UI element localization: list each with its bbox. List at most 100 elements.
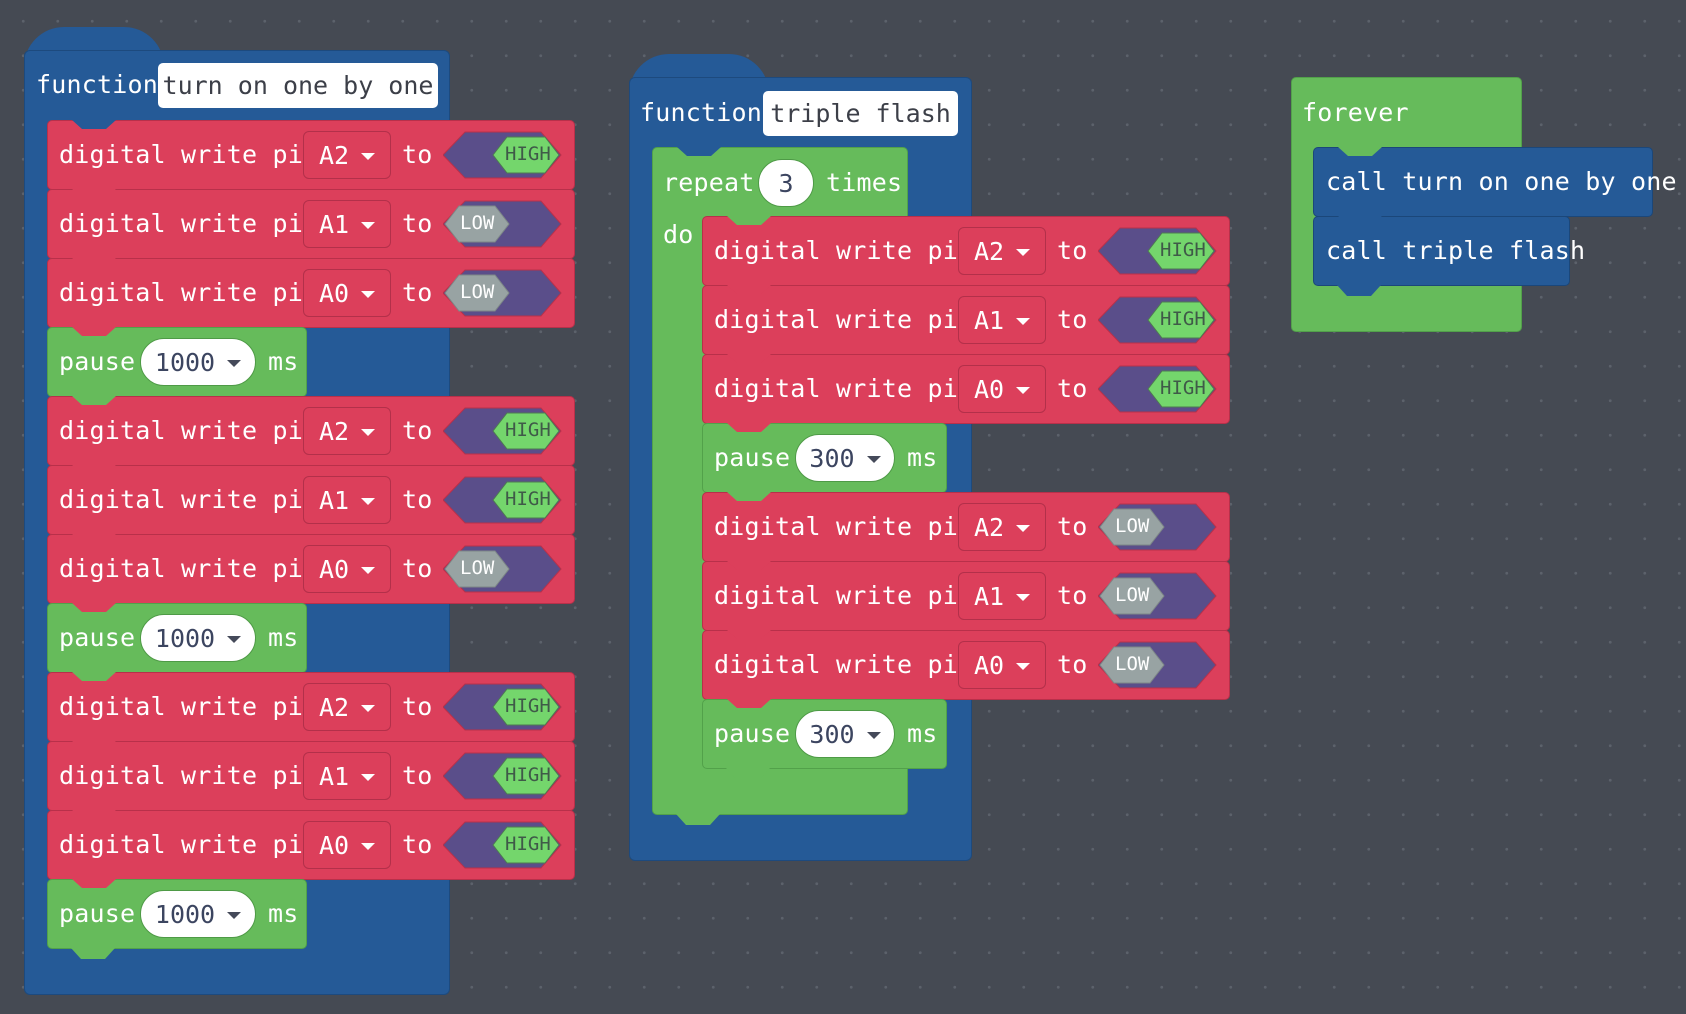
toggle-high[interactable]: HIGH — [1098, 365, 1218, 413]
to-label: to — [1057, 650, 1088, 679]
to-label: to — [1057, 305, 1088, 334]
pin-dropdown[interactable]: A1 — [303, 476, 391, 524]
digital-write-block[interactable]: digital write pin A1 to LOW — [47, 189, 575, 259]
pin-dropdown[interactable]: A1 — [303, 752, 391, 800]
digital-write-block[interactable]: digital write pin A2 to HIGH — [47, 672, 575, 742]
toggle-high[interactable]: HIGH — [443, 683, 563, 731]
toggle-value: LOW — [1115, 515, 1150, 537]
digital-write-label: digital write pin — [59, 554, 319, 583]
digital-write-label: digital write pin — [714, 650, 974, 679]
digital-write-label: digital write pin — [714, 236, 974, 265]
digital-write-label: digital write pin — [59, 485, 319, 514]
toggle-value: HIGH — [1160, 308, 1206, 330]
notch-icon — [72, 741, 116, 750]
notch-icon — [72, 879, 116, 888]
pin-dropdown[interactable]: A1 — [958, 572, 1046, 620]
digital-write-block[interactable]: digital write pin A2 to HIGH — [47, 120, 575, 190]
notch-icon — [72, 603, 116, 612]
pin-dropdown[interactable]: A2 — [303, 683, 391, 731]
digital-write-block[interactable]: digital write pin A0 to HIGH — [702, 354, 1230, 424]
pin-dropdown[interactable]: A0 — [303, 821, 391, 869]
toggle-high[interactable]: HIGH — [1098, 227, 1218, 275]
notch-icon — [727, 630, 771, 639]
notch-icon — [72, 258, 116, 267]
toggle-low[interactable]: LOW — [1098, 503, 1218, 551]
digital-write-block[interactable]: digital write pin A1 to HIGH — [47, 741, 575, 811]
digital-write-block[interactable]: digital write pin A0 to LOW — [47, 534, 575, 604]
toggle-high[interactable]: HIGH — [443, 752, 563, 800]
pause-value: 300 — [809, 719, 855, 749]
to-label: to — [402, 485, 433, 514]
pin-dropdown[interactable]: A2 — [958, 503, 1046, 551]
pause-block[interactable]: pause 1000 ms — [47, 879, 307, 949]
digital-write-block[interactable]: digital write pin A0 to LOW — [47, 258, 575, 328]
toggle-high[interactable]: HIGH — [443, 407, 563, 455]
chevron-down-icon — [227, 359, 242, 367]
pause-block[interactable]: pause 300 ms — [702, 699, 947, 769]
pause-value: 1000 — [154, 899, 216, 929]
toggle-low[interactable]: LOW — [443, 200, 563, 248]
toggle-high[interactable]: HIGH — [443, 821, 563, 869]
pause-duration-dropdown[interactable]: 300 — [795, 434, 895, 482]
pause-block[interactable]: pause 300 ms — [702, 423, 947, 493]
pause-duration-dropdown[interactable]: 1000 — [140, 338, 256, 386]
toggle-low[interactable]: LOW — [443, 545, 563, 593]
pin-dropdown[interactable]: A0 — [958, 365, 1046, 413]
to-label: to — [402, 761, 433, 790]
digital-write-label: digital write pin — [714, 305, 974, 334]
to-label: to — [402, 554, 433, 583]
pin-dropdown[interactable]: A2 — [303, 407, 391, 455]
notch-icon — [72, 396, 116, 405]
notch-icon — [72, 534, 116, 543]
digital-write-block[interactable]: digital write pin A0 to LOW — [702, 630, 1230, 700]
pause-block[interactable]: pause 1000 ms — [47, 327, 307, 397]
pin-dropdown[interactable]: A0 — [303, 269, 391, 317]
pin-value: A0 — [319, 830, 350, 860]
pause-label: pause — [714, 443, 791, 472]
unit-label: ms — [907, 443, 938, 472]
toggle-high[interactable]: HIGH — [1098, 296, 1218, 344]
notch-icon — [727, 285, 771, 294]
pause-duration-dropdown[interactable]: 1000 — [140, 614, 256, 662]
toggle-high[interactable]: HIGH — [443, 476, 563, 524]
digital-write-block[interactable]: digital write pin A1 to HIGH — [702, 285, 1230, 355]
toggle-high[interactable]: HIGH — [443, 131, 563, 179]
digital-write-block[interactable]: digital write pin A1 to LOW — [702, 561, 1230, 631]
digital-write-block[interactable]: digital write pin A2 to HIGH — [47, 396, 575, 466]
pin-dropdown[interactable]: A2 — [303, 131, 391, 179]
pause-duration-dropdown[interactable]: 1000 — [140, 890, 256, 938]
function-name-input[interactable]: triple flash — [763, 91, 958, 136]
function-keyword: function — [640, 98, 763, 127]
toggle-low[interactable]: LOW — [443, 269, 563, 317]
notch-icon — [72, 672, 116, 681]
notch-icon — [727, 492, 771, 501]
pin-dropdown[interactable]: A0 — [303, 545, 391, 593]
digital-write-block[interactable]: digital write pin A2 to LOW — [702, 492, 1230, 562]
function-name-input[interactable]: turn on one by one — [158, 63, 438, 108]
digital-write-block[interactable]: digital write pin A2 to HIGH — [702, 216, 1230, 286]
call-block[interactable]: call triple flash — [1313, 216, 1585, 286]
pause-value: 1000 — [154, 347, 216, 377]
pin-value: A2 — [974, 512, 1005, 542]
digital-write-label: digital write pin — [59, 278, 319, 307]
pin-dropdown[interactable]: A2 — [958, 227, 1046, 275]
repeat-label: repeat — [663, 168, 755, 197]
pin-dropdown[interactable]: A0 — [958, 641, 1046, 689]
toggle-low[interactable]: LOW — [1098, 572, 1218, 620]
pause-label: pause — [714, 719, 791, 748]
function-keyword: function — [36, 70, 159, 99]
pause-block[interactable]: pause 1000 ms — [47, 603, 307, 673]
to-label: to — [402, 209, 433, 238]
toggle-low[interactable]: LOW — [1098, 641, 1218, 689]
pause-duration-dropdown[interactable]: 300 — [795, 710, 895, 758]
pin-dropdown[interactable]: A1 — [303, 200, 391, 248]
digital-write-block[interactable]: digital write pin A0 to HIGH — [47, 810, 575, 880]
pin-dropdown[interactable]: A1 — [958, 296, 1046, 344]
repeat-count-input[interactable]: 3 — [758, 159, 814, 207]
call-block[interactable]: call turn on one by one — [1313, 147, 1677, 217]
toggle-value: HIGH — [505, 833, 551, 855]
digital-write-block[interactable]: digital write pin A1 to HIGH — [47, 465, 575, 535]
chevron-down-icon — [866, 455, 881, 463]
toggle-value: HIGH — [505, 695, 551, 717]
pause-label: pause — [59, 899, 136, 928]
